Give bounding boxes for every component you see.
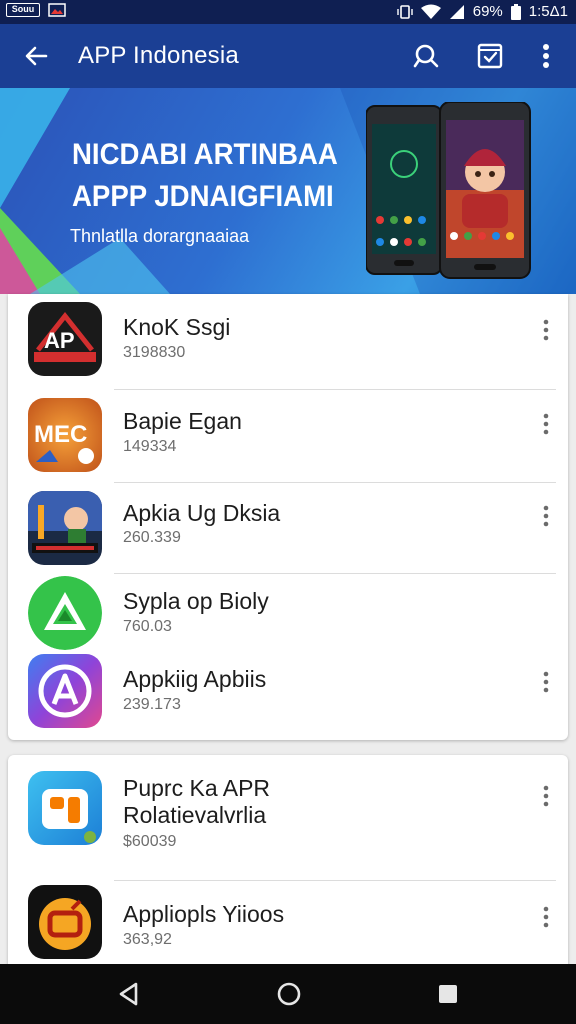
svg-text:MEC: MEC (34, 421, 87, 448)
app-bar: APP Indonesia (0, 24, 576, 88)
more-vert-icon[interactable] (538, 905, 554, 929)
home-circle-icon[interactable] (274, 979, 304, 1009)
app-meta: 760.03 (123, 618, 172, 635)
app-meta: $60039 (123, 833, 177, 850)
app-name: Sypla op Bioly (123, 588, 269, 614)
checkbox-icon[interactable] (474, 40, 506, 72)
image-notification-icon (48, 3, 66, 17)
search-icon[interactable] (410, 40, 442, 72)
wifi-icon (420, 4, 441, 19)
clock: 1:5Δ1 (528, 3, 568, 20)
vibrate-icon (397, 4, 413, 19)
app-name: Apkia Ug Dksia (123, 500, 281, 526)
battery-percent: 69% (472, 3, 503, 20)
svg-text:AP: AP (44, 328, 75, 353)
status-left: Souu (6, 3, 66, 17)
list-item[interactable]: AP KnoK Ssgi 3198830 (8, 294, 568, 389)
system-nav-bar (0, 964, 576, 1024)
recents-square-icon[interactable] (433, 979, 463, 1009)
app-meta: 149334 (123, 438, 177, 455)
banner-title-line2: APPP JDNAIGFIAMI (72, 180, 334, 213)
app-name-line1: Puprc Ka APR (123, 775, 271, 801)
list-item[interactable]: Appliopls Yiioos 363,92 (8, 881, 568, 970)
list-item[interactable]: MEC Bapie Egan 149334 (8, 390, 568, 482)
more-vert-icon[interactable] (538, 670, 554, 694)
phones-illustration (366, 102, 531, 279)
list-item[interactable]: Puprc Ka APR Rolatievalvrlia $60039 (8, 755, 568, 880)
app-name: Appkiig Apbiis (123, 666, 267, 692)
app-meta: 363,92 (123, 931, 172, 948)
list-item[interactable]: Apkia Ug Dksia 260.339 (8, 483, 568, 573)
app-icon-ap: AP (28, 302, 102, 376)
sim-card-icon: Souu (6, 3, 40, 17)
app-icon-a-circle (28, 654, 102, 728)
status-right: 69% 1:5Δ1 (397, 3, 568, 20)
app-name: Bapie Egan (123, 408, 242, 434)
app-meta: 260.339 (123, 529, 181, 546)
app-meta: 3198830 (123, 344, 186, 361)
battery-icon (510, 3, 521, 20)
app-name: KnoK Ssgi (123, 314, 231, 340)
list-item[interactable]: Appkiig Apbiis 239.173 (8, 650, 568, 740)
app-list-card: AP KnoK Ssgi 3198830 MEC Bapie Egan 1493… (8, 294, 568, 740)
more-vert-icon[interactable] (538, 504, 554, 528)
banner-subtitle: Thnlatlla dorargnaaiaa (70, 226, 250, 246)
more-vert-icon[interactable] (530, 40, 562, 72)
banner-title-line1: NICDABI ARTINBAA (72, 138, 338, 171)
app-icon-orange-blue (28, 771, 102, 845)
promo-banner[interactable]: NICDABI ARTINBAA APPP JDNAIGFIAMI Thnlat… (0, 88, 576, 294)
app-name-line2: Rolatievalvrlia (123, 802, 267, 828)
app-meta: 239.173 (123, 696, 181, 713)
app-list-card-2: Puprc Ka APR Rolatievalvrlia $60039 Appl… (8, 755, 568, 970)
list-item[interactable]: Sypla op Bioly 760.03 (8, 574, 568, 650)
more-vert-icon[interactable] (538, 412, 554, 436)
app-icon-green-triangle (28, 576, 102, 650)
app-icon-orange-tv (28, 885, 102, 959)
app-icon-cartoon (28, 491, 102, 565)
back-triangle-icon[interactable] (114, 979, 144, 1009)
signal-icon (449, 4, 464, 19)
more-vert-icon[interactable] (538, 784, 554, 808)
more-vert-icon[interactable] (538, 318, 554, 342)
page-title: APP Indonesia (78, 42, 239, 69)
app-name: Appliopls Yiioos (123, 901, 285, 927)
app-icon-mec: MEC (28, 398, 102, 472)
status-bar: Souu 69% 1:5Δ1 (0, 0, 576, 24)
back-arrow-icon[interactable] (20, 40, 52, 72)
